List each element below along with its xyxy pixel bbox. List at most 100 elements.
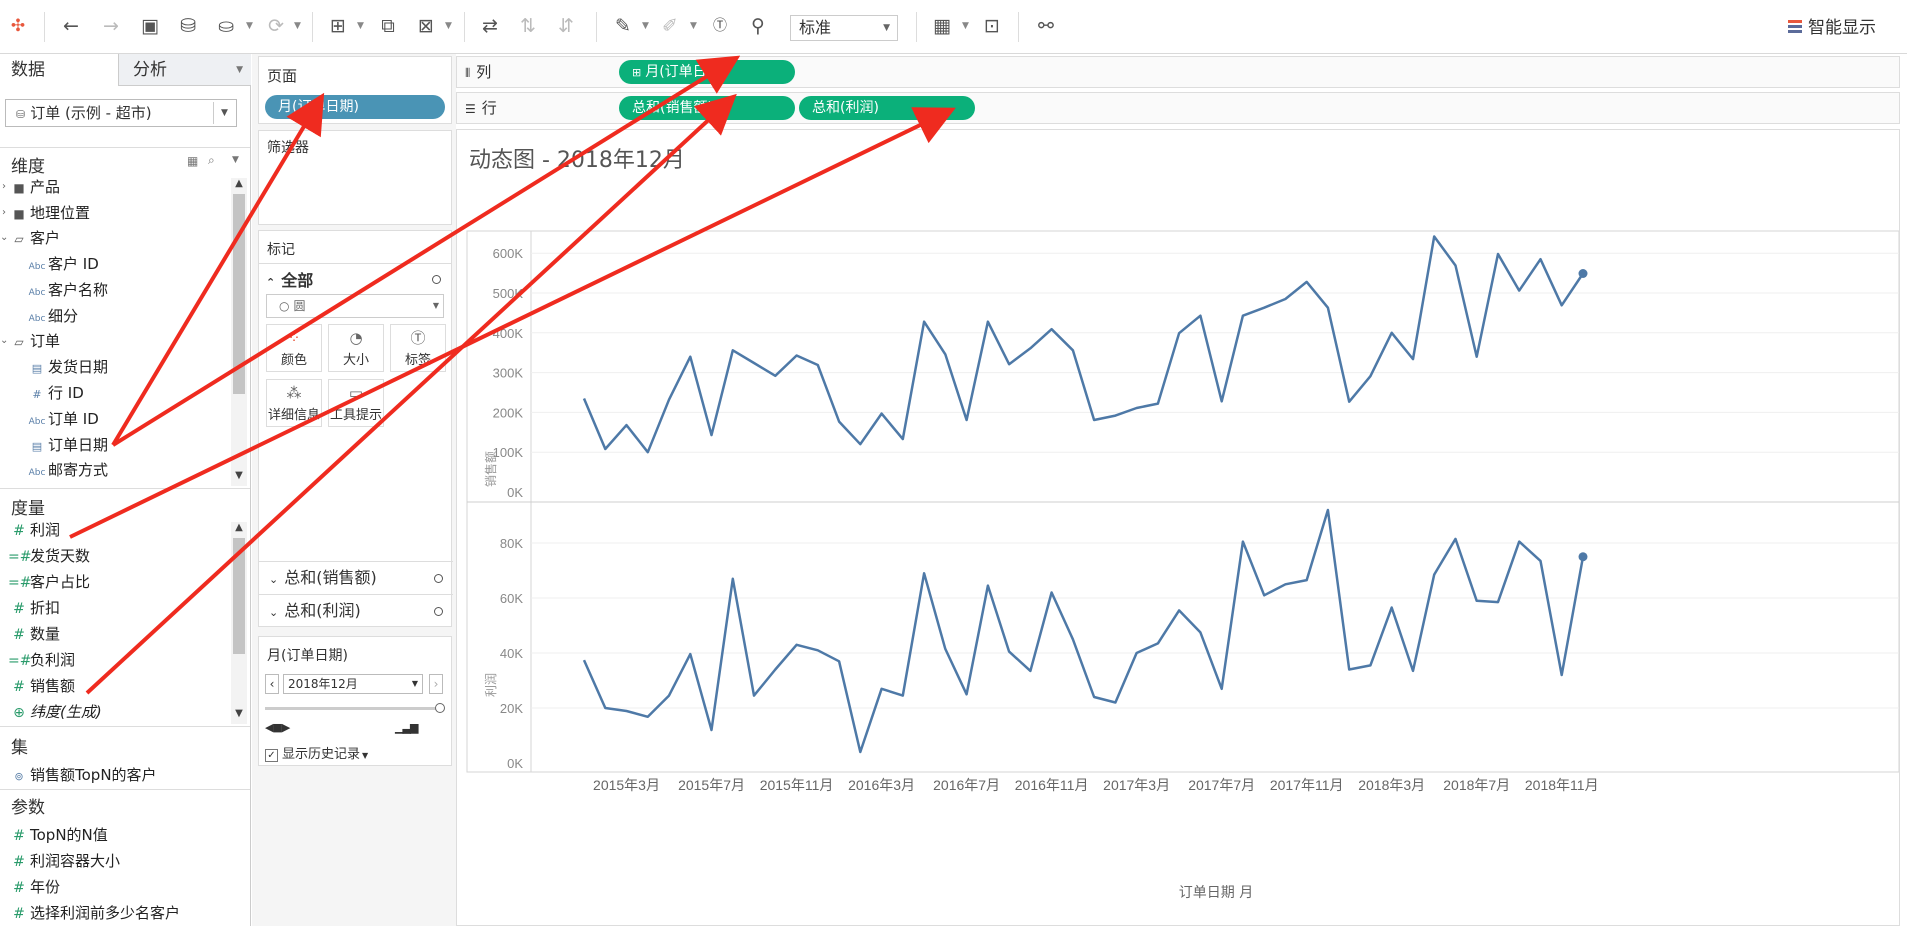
rows-pill-profit[interactable]: 总和(利润): [799, 96, 975, 120]
columns-pill-order-month[interactable]: ⊞ 月(订单日期): [619, 60, 795, 84]
show-mark-labels-icon[interactable]: Ⓣ: [706, 12, 734, 40]
show-cards-icon[interactable]: ▦: [928, 12, 956, 40]
chevron-down-icon[interactable]: ▼: [445, 14, 452, 38]
scroll-up-icon[interactable]: ▲: [231, 178, 247, 189]
sort-ascending-icon[interactable]: ⇅: [514, 12, 542, 40]
chevron-down-icon[interactable]: ⌄: [0, 227, 8, 249]
page-slider-handle[interactable]: [435, 703, 445, 713]
dimension-item[interactable]: ⌄ ▱ 客户: [0, 227, 60, 249]
play-forward-icon[interactable]: ▶: [282, 721, 291, 734]
measure-item[interactable]: # 销售额: [8, 675, 75, 697]
viz-canvas[interactable]: 动态图 - 2018年12月 600K 500K 400K 300K 200K 100K 0…: [456, 129, 1900, 926]
dimension-item[interactable]: › ■ 产品: [0, 176, 60, 198]
previous-page-icon[interactable]: ‹: [265, 674, 279, 694]
detail-button[interactable]: ⁂ 详细信息: [266, 379, 322, 427]
chevron-right-icon[interactable]: ›: [2, 202, 6, 224]
dimension-item[interactable]: ⌄ ▱ 订单: [0, 330, 60, 352]
dimension-item[interactable]: Abc 客户名称: [26, 279, 108, 301]
measure-item[interactable]: # 利润: [8, 519, 60, 541]
chevron-down-icon[interactable]: ▼: [246, 14, 253, 38]
clear-sheet-icon[interactable]: ⊠: [412, 12, 440, 40]
parameter-item[interactable]: # 选择利润前多少名客户: [8, 902, 180, 924]
set-item[interactable]: ⊚ 销售额TopN的客户: [8, 764, 156, 786]
new-datasource-icon[interactable]: ⛁: [174, 12, 202, 40]
swap-rows-columns-icon[interactable]: ⇄: [476, 12, 504, 40]
playback-controls[interactable]: ◀■▶: [265, 721, 291, 734]
speed-fast-icon[interactable]: ▆: [410, 721, 419, 734]
measure-item[interactable]: # 数量: [8, 623, 60, 645]
page-select[interactable]: 2018年12月 ▼: [283, 674, 423, 694]
chevron-down-icon[interactable]: ▼: [362, 751, 368, 760]
chevron-down-icon[interactable]: ▼: [642, 14, 649, 38]
parameter-item[interactable]: # 利润容器大小: [8, 850, 120, 872]
measure-item[interactable]: =#发货天数: [8, 545, 90, 567]
measure-item[interactable]: =#负利润: [8, 649, 75, 671]
parameter-item[interactable]: # 年份: [8, 876, 60, 898]
duplicate-sheet-icon[interactable]: ⧉: [374, 12, 402, 40]
stop-icon[interactable]: ■: [272, 721, 282, 734]
mark-type-select[interactable]: ○ 圆 ▼: [266, 294, 444, 318]
dimension-item[interactable]: # 行 ID: [26, 382, 83, 404]
chevron-down-icon[interactable]: ▼: [294, 14, 301, 38]
tableau-logo-icon[interactable]: ✣: [4, 12, 32, 40]
size-button[interactable]: ◔ 大小: [328, 324, 384, 372]
scroll-down-icon[interactable]: ▼: [231, 470, 247, 481]
tab-data[interactable]: 数据: [0, 54, 118, 86]
dimension-item[interactable]: Abc 客户 ID: [26, 253, 99, 275]
dimension-item[interactable]: Abc 订单 ID: [26, 408, 99, 430]
save-icon[interactable]: ▣: [136, 12, 164, 40]
page-slider-track[interactable]: [265, 707, 441, 710]
chevron-right-icon[interactable]: ›: [2, 176, 6, 198]
measure-item[interactable]: # 折扣: [8, 597, 60, 619]
marks-all-row[interactable]: ⌃ 全部: [266, 267, 313, 291]
color-button[interactable]: ⁘ 颜色: [266, 324, 322, 372]
filters-card[interactable]: 筛选器: [258, 130, 452, 225]
tooltip-button[interactable]: ▭ 工具提示: [328, 379, 384, 427]
fix-axes-icon[interactable]: ⚲: [744, 12, 772, 40]
rows-shelf[interactable]: ☰ 行 总和(销售额) 总和(利润): [456, 92, 1900, 124]
measures-scrollbar[interactable]: ▲ ▼: [231, 522, 247, 724]
redo-icon[interactable]: →: [97, 12, 125, 40]
marks-profit-row[interactable]: ⌄ 总和(利润): [259, 594, 453, 626]
pages-pill[interactable]: 月(订单日期): [265, 95, 445, 119]
chevron-down-icon[interactable]: ▼: [690, 14, 697, 38]
view-as-list-icon[interactable]: ▦: [187, 154, 198, 168]
checkbox-checked-icon[interactable]: ✓: [265, 749, 278, 762]
chevron-down-icon[interactable]: ⌄: [0, 330, 8, 352]
show-history-checkbox[interactable]: ✓ 显示历史记录 ▼: [265, 743, 368, 762]
tab-analysis[interactable]: 分析 ▼: [118, 54, 251, 86]
group-members-icon[interactable]: ✐: [656, 12, 684, 40]
dimension-item[interactable]: ▤ 发货日期: [26, 356, 108, 378]
undo-icon[interactable]: ←: [57, 12, 85, 40]
datasource-select[interactable]: ⛁ 订单 (示例 - 超市) ▼: [5, 99, 237, 127]
chevron-down-icon[interactable]: ▼: [357, 14, 364, 38]
label-button[interactable]: Ⓣ 标签: [390, 324, 446, 372]
columns-shelf[interactable]: ⦀ 列 ⊞ 月(订单日期): [456, 56, 1900, 88]
sort-descending-icon[interactable]: ⇵: [552, 12, 580, 40]
refresh-icon[interactable]: ⟳: [262, 12, 290, 40]
scroll-thumb[interactable]: [233, 538, 245, 654]
rows-pill-sales[interactable]: 总和(销售额): [619, 96, 795, 120]
scroll-down-icon[interactable]: ▼: [231, 708, 247, 719]
smart-show-button[interactable]: 智能显示: [1788, 14, 1876, 42]
dimensions-scrollbar[interactable]: ▲ ▼: [231, 178, 247, 486]
dimension-item[interactable]: ▤ 订单日期: [26, 434, 108, 456]
speed-controls[interactable]: ▁▃▆: [395, 721, 419, 734]
speed-medium-icon[interactable]: ▃: [402, 721, 411, 734]
search-icon[interactable]: ⌕: [208, 153, 215, 168]
next-page-icon[interactable]: ›: [429, 674, 443, 694]
highlight-icon[interactable]: ✎: [609, 12, 637, 40]
share-icon[interactable]: ⚯: [1032, 12, 1060, 40]
measure-item[interactable]: =#客户占比: [8, 571, 90, 593]
scroll-thumb[interactable]: [233, 194, 245, 394]
dimension-item[interactable]: Abc 细分: [26, 305, 78, 327]
chevron-down-icon[interactable]: ▼: [962, 14, 969, 38]
marks-sales-row[interactable]: ⌄ 总和(销售额): [259, 561, 453, 593]
new-worksheet-icon[interactable]: ⊞: [324, 12, 352, 40]
dimension-item[interactable]: Abc 邮寄方式: [26, 459, 108, 481]
view-size-select[interactable]: 标准 ▼: [790, 15, 898, 41]
dimension-item[interactable]: › ■ 地理位置: [0, 202, 90, 224]
measure-item[interactable]: ⊕ 纬度(生成): [8, 701, 102, 723]
presentation-mode-icon[interactable]: ⊡: [978, 12, 1006, 40]
chevron-down-icon[interactable]: ▼: [232, 155, 239, 165]
